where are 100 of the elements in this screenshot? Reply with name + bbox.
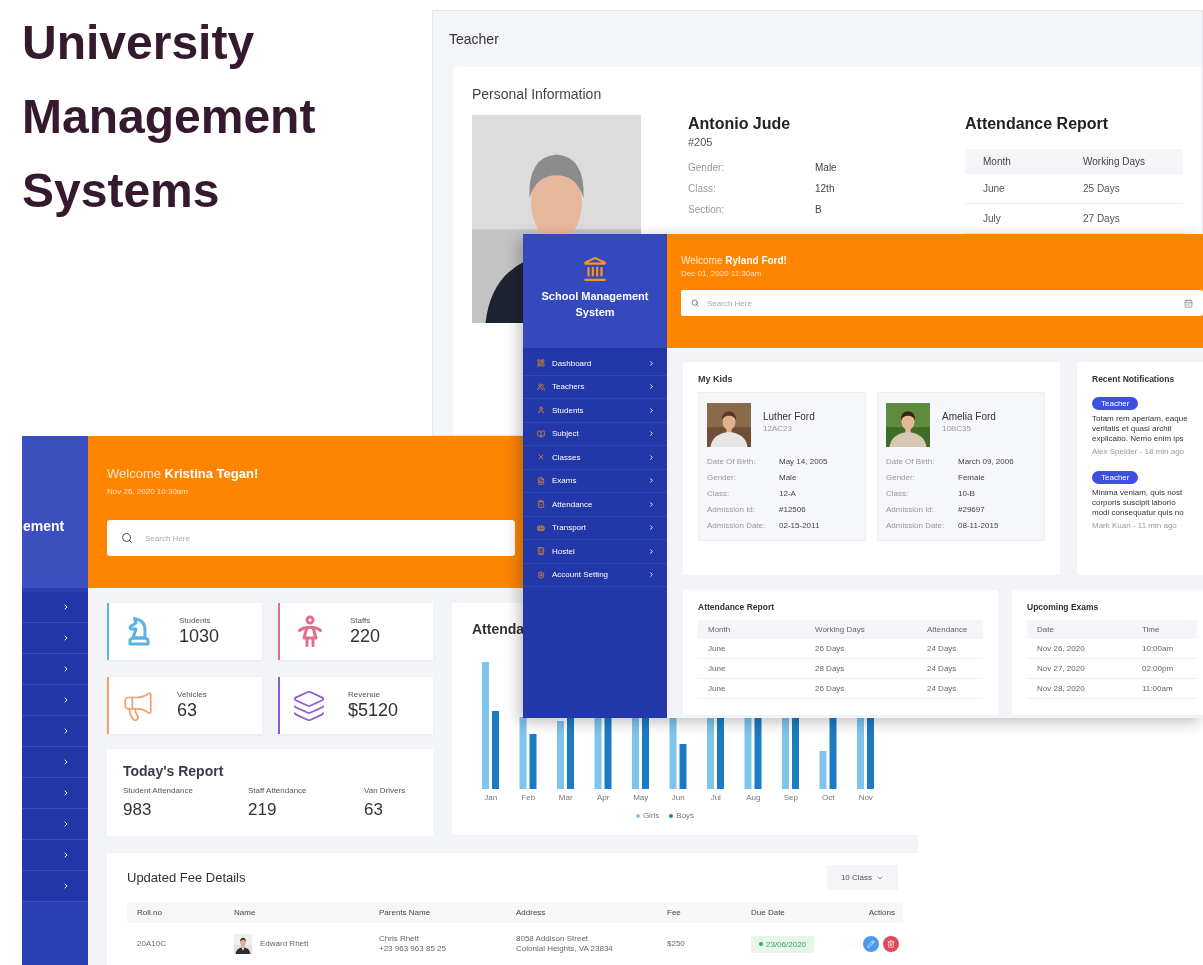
axis-label: Sep xyxy=(782,793,799,802)
sidebar-item[interactable] xyxy=(22,623,88,654)
report-label: Staff Attendance xyxy=(248,786,308,795)
column-header: Actions xyxy=(863,902,903,923)
report-value: 63 xyxy=(364,800,384,820)
teacher-name: Antonio Jude xyxy=(688,115,792,133)
detail-label: Date Of Birth: xyxy=(707,457,757,466)
delete-button[interactable] xyxy=(883,936,899,952)
axis-label: Apr xyxy=(596,793,611,802)
kid-code: 10BC35 xyxy=(942,424,972,433)
table-cell: 24 Days xyxy=(917,679,983,699)
detail-label: Admission Date: xyxy=(886,521,946,530)
axis-label: May xyxy=(632,793,650,802)
sidebar-item[interactable] xyxy=(22,809,88,840)
edit-button[interactable] xyxy=(863,936,879,952)
detail-value: #29697 xyxy=(958,505,986,514)
detail-value: #12506 xyxy=(779,505,807,514)
table-cell: Nov 28, 2020 xyxy=(1027,679,1132,699)
axis-label: Feb xyxy=(520,793,537,802)
detail-value: Female xyxy=(958,473,986,482)
building-icon xyxy=(537,547,545,556)
detail-value: 02-15-2011 xyxy=(779,521,821,530)
stat-label: Revenue xyxy=(348,690,382,699)
column-header: Address xyxy=(516,902,667,923)
column-header: Name xyxy=(234,902,379,923)
table-cell: 26 Days xyxy=(805,639,917,659)
sidebar-item[interactable] xyxy=(22,840,88,871)
notification-meta: Mark Kuan - 11 min ago xyxy=(1092,521,1177,530)
table-cell: 26 Days xyxy=(805,679,917,699)
report-label: Van Drivers xyxy=(364,786,407,795)
detail-value: 12th xyxy=(815,183,836,194)
table-cell: June xyxy=(698,639,805,659)
table-cell: 24 Days xyxy=(917,659,983,679)
detail-value: Male xyxy=(779,473,798,482)
sidebar-item[interactable] xyxy=(22,871,88,902)
date-text: Dec 01, 2020 11:30am xyxy=(681,269,762,278)
bar xyxy=(567,717,574,789)
bar xyxy=(819,751,827,789)
welcome-text: Welcome Ryland Ford! xyxy=(681,255,787,266)
card-title: Today's Report xyxy=(123,763,225,779)
user-icon xyxy=(537,406,545,415)
table-cell: June xyxy=(965,174,1065,204)
stat-label: Students xyxy=(179,616,212,625)
axis-label: Aug xyxy=(745,793,762,802)
headline: University Management Systems xyxy=(22,15,317,219)
chevron-icon xyxy=(62,603,70,611)
stat-value: 220 xyxy=(350,626,381,647)
axis-label: Oct xyxy=(821,793,836,802)
detail-label: Class: xyxy=(886,489,910,498)
sidebar-item[interactable] xyxy=(22,685,88,716)
detail-value: March 09, 2006 xyxy=(958,457,1015,466)
column-header: Date xyxy=(1027,620,1132,639)
chevron-icon xyxy=(62,882,70,890)
notification-text: Minima veniam, quis nost corporis suscipit laborio modi consequatur quis no xyxy=(1092,488,1184,518)
sidebar-item[interactable] xyxy=(22,747,88,778)
table-cell: 24 Days xyxy=(917,639,983,659)
detail-value: Male xyxy=(815,162,838,173)
sidebar-item[interactable] xyxy=(22,716,88,747)
column-header: Time xyxy=(1132,620,1197,639)
chevron-icon xyxy=(648,477,655,485)
stat-label: Staffs xyxy=(350,616,372,625)
class-dropdown[interactable]: 10 Class xyxy=(826,865,898,890)
teacher-id: #205 xyxy=(688,136,714,148)
column-header: Attendance xyxy=(917,620,983,639)
table-cell: 02:00pm xyxy=(1132,659,1197,679)
detail-label: Admission Id: xyxy=(886,505,936,514)
chevron-icon xyxy=(62,665,70,673)
detail-label: Class: xyxy=(688,183,717,194)
column-header: Working Days xyxy=(805,620,917,639)
chevron-icon xyxy=(62,820,70,828)
stat-value: 1030 xyxy=(179,626,220,647)
chevron-icon xyxy=(62,634,70,642)
chevron-icon xyxy=(648,547,655,555)
sidebar-item[interactable] xyxy=(22,654,88,685)
report-label: Student Attendance xyxy=(123,786,194,795)
detail-label: Gender: xyxy=(688,162,726,173)
card-title: Upcoming Exams xyxy=(1027,602,1099,612)
legend-label: Boys xyxy=(676,811,695,820)
chevron-icon xyxy=(648,524,655,532)
settings-icon xyxy=(537,570,545,579)
column-header: Month xyxy=(965,149,1065,174)
search-icon xyxy=(121,532,133,544)
sidebar-item[interactable] xyxy=(22,778,88,809)
detail-label: Admission Id: xyxy=(707,505,757,514)
card-title: Attendance Report xyxy=(965,115,1110,133)
detail-label: Gender: xyxy=(886,473,916,482)
detail-label: Gender: xyxy=(707,473,737,482)
column-header: Working Days xyxy=(1065,149,1183,174)
chevron-icon xyxy=(62,789,70,797)
bar xyxy=(594,717,602,789)
sidebar-item[interactable] xyxy=(22,592,88,623)
table-cell: 10:00am xyxy=(1132,639,1197,659)
chevron-icon xyxy=(62,727,70,735)
brand-name: School Management System xyxy=(540,289,650,320)
bar xyxy=(519,717,527,789)
notification-meta: Alex Spelder - 18 min ago xyxy=(1092,447,1185,456)
table-cell-text: Chris Rhett +23 963 963 85 25 xyxy=(379,933,447,955)
table-cell-text: Edward Rhett xyxy=(260,938,309,950)
detail-label: Class: xyxy=(707,489,731,498)
detail-value: 12-A xyxy=(779,489,797,498)
